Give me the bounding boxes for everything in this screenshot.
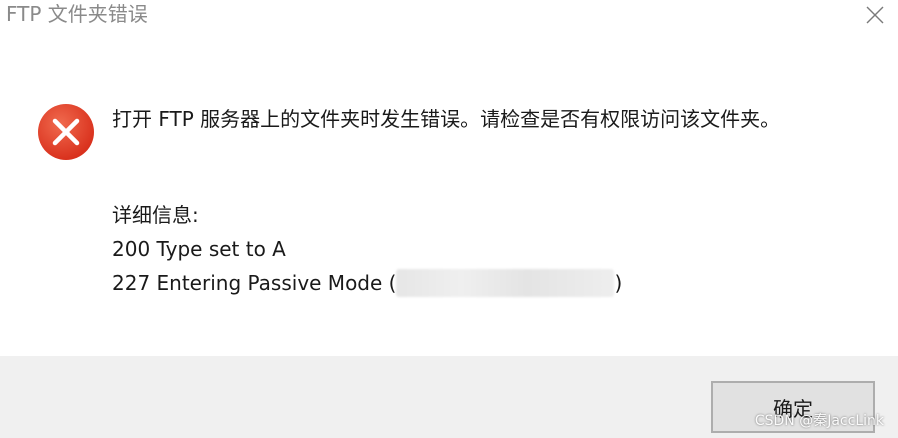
details-section: 详细信息: 200 Type set to A 227 Entering Pas… [112,198,622,300]
window-title: FTP 文件夹错误 [6,2,148,26]
ftp-error-dialog: FTP 文件夹错误 打开 FTP 服务器上的文件夹时发生错误。请检查是否有权限访… [0,0,898,438]
close-button[interactable] [852,0,898,30]
title-bar: FTP 文件夹错误 [0,0,898,30]
close-icon [866,6,884,24]
watermark: CSDN @秦JaccLink [754,413,884,429]
dialog-body: 打开 FTP 服务器上的文件夹时发生错误。请检查是否有权限访问该文件夹。 详细信… [0,30,898,356]
details-line-2-prefix: 227 Entering Passive Mode ( [112,271,397,295]
details-line-1: 200 Type set to A [112,237,286,261]
details-heading: 详细信息: [112,203,199,227]
details-line-2-suffix: ) [614,271,623,295]
details-line-2: 227 Entering Passive Mode () [112,266,622,300]
error-message: 打开 FTP 服务器上的文件夹时发生错误。请检查是否有权限访问该文件夹。 [112,107,781,131]
redacted-address [396,269,615,297]
error-icon [36,102,96,162]
dialog-footer: 确定 CSDN @秦JaccLink [0,356,898,438]
